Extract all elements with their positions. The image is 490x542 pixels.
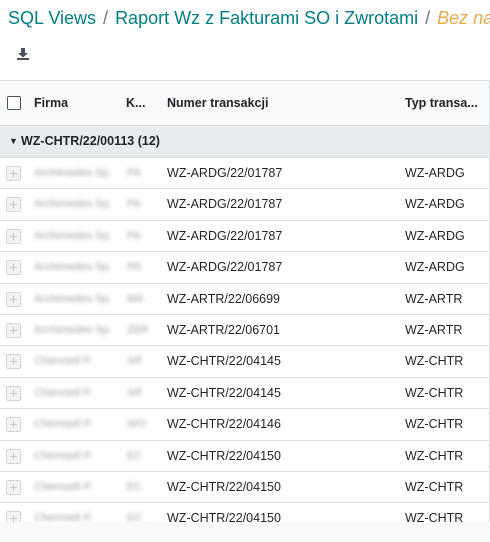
download-icon: [17, 48, 29, 60]
row-expand-icon[interactable]: [6, 417, 21, 433]
caret-down-icon: ▼: [9, 136, 18, 146]
cell-numer-transakcji: WZ-ARTR/22/06699: [167, 291, 281, 306]
cell-typ-transakcji: WZ-ARDG: [405, 228, 465, 243]
table-row[interactable]: Archimedes Sp. PA WZ-ARDG/22/01787 WZ-ARDG: [0, 158, 490, 190]
cell-typ-transakcji: WZ-ARTR: [405, 322, 463, 337]
cell-typ-transakcji: WZ-ARDG: [405, 197, 465, 212]
cell-firma: Chemsetl P.: [34, 386, 93, 399]
cell-firma: Chemsetl P.: [34, 355, 93, 368]
select-all-checkbox[interactable]: [7, 96, 21, 110]
cell-firma: Archimedes Sp.: [34, 323, 112, 336]
cell-firma: Archimedes Sp.: [34, 198, 112, 211]
cell-typ-transakcji: WZ-ARDG: [405, 166, 465, 180]
row-expand-icon[interactable]: [6, 322, 21, 338]
cell-typ-transakcji: WZ-CHTR: [405, 354, 464, 369]
row-expand-icon[interactable]: [6, 260, 21, 276]
table-footer: [0, 522, 490, 542]
cell-typ-transakcji: WZ-CHTR: [405, 385, 464, 400]
breadcrumb-separator: /: [425, 8, 431, 28]
cell-firma: Archimedes Sp.: [34, 167, 112, 179]
cell-numer-transakcji: WZ-ARDG/22/01787: [167, 166, 283, 180]
column-header-typ-transakcji[interactable]: Typ transa...: [405, 81, 490, 125]
cell-numer-transakcji: WZ-ARDG/22/01787: [167, 197, 283, 212]
cell-typ-transakcji: WZ-CHTR: [405, 479, 464, 494]
table-row[interactable]: Chemsetl P. AR WZ-CHTR/22/04145 WZ-CHTR: [0, 346, 490, 378]
cell-k: PA: [127, 198, 141, 211]
cell-k: AR: [127, 355, 143, 368]
cell-typ-transakcji: WZ-ARTR: [405, 291, 463, 306]
cell-k: EC: [127, 480, 143, 493]
group-row[interactable]: ▼ WZ-CHTR/22/00113 (12): [0, 126, 490, 158]
cell-firma: Chemsetl P.: [34, 449, 93, 462]
row-expand-icon[interactable]: [6, 228, 21, 244]
breadcrumb-report[interactable]: Raport Wz z Fakturami SO i Zwrotami: [115, 8, 418, 28]
control-panel: SQL Views / Raport Wz z Fakturami SO i Zwr…: [0, 0, 490, 80]
cell-typ-transakcji: WZ-CHTR: [405, 417, 464, 432]
cell-k: PA: [127, 261, 141, 274]
breadcrumb-current: Bez naz: [437, 8, 490, 28]
column-header-firma[interactable]: Firma: [34, 81, 114, 125]
breadcrumb-sql-views[interactable]: SQL Views: [8, 8, 96, 28]
cell-k: MA: [127, 292, 144, 305]
cell-typ-transakcji: WZ-CHTR: [405, 448, 464, 463]
cell-k: WO: [127, 418, 146, 431]
breadcrumb-separator: /: [103, 8, 109, 28]
table-row[interactable]: Archimedes Sp. ZER WZ-ARTR/22/06701 WZ-ARTR: [0, 314, 490, 347]
column-header-numer-transakcji[interactable]: Numer transakcji: [167, 81, 387, 125]
cell-k: EC: [127, 449, 143, 462]
cell-k: AR: [127, 386, 143, 399]
cell-numer-transakcji: WZ-CHTR/22/04146: [167, 417, 281, 432]
row-expand-icon[interactable]: [6, 479, 21, 495]
table-row[interactable]: Archimedes Sp. PA WZ-ARDG/22/01787 WZ-ARDG: [0, 252, 490, 284]
row-expand-icon[interactable]: [6, 197, 21, 213]
cell-numer-transakcji: WZ-ARTR/22/06701: [167, 322, 281, 337]
row-expand-icon[interactable]: [6, 354, 21, 370]
row-expand-icon[interactable]: [6, 291, 21, 307]
cell-firma: Chemsetl P.: [34, 480, 93, 493]
table-header: Firma K... Numer transakcji Typ transa..…: [0, 80, 490, 126]
cell-k: ZER: [127, 323, 149, 336]
cell-firma: Archimedes Sp.: [34, 261, 112, 274]
table-row[interactable]: Chemsetl P. WO WZ-CHTR/22/04146 WZ-CHTR: [0, 409, 490, 441]
cell-firma: Archimedes Sp.: [34, 292, 112, 305]
column-header-k[interactable]: K...: [126, 81, 156, 125]
cell-firma: Chemsetl P.: [34, 418, 93, 431]
download-button[interactable]: [16, 47, 30, 61]
cell-numer-transakcji: WZ-ARDG/22/01787: [167, 260, 283, 275]
table-body: Archimedes Sp. PA WZ-ARDG/22/01787 WZ-ARDG A…: [0, 158, 490, 535]
row-expand-icon[interactable]: [6, 448, 21, 464]
table-row[interactable]: Chemsetl P. AR WZ-CHTR/22/04145 WZ-CHTR: [0, 377, 490, 410]
cell-numer-transakcji: WZ-CHTR/22/04150: [167, 479, 281, 494]
cell-firma: Archimedes Sp.: [34, 229, 112, 242]
cell-k: PA: [127, 167, 141, 179]
table-row[interactable]: Archimedes Sp. MA WZ-ARTR/22/06699 WZ-ARTR: [0, 283, 490, 315]
breadcrumb: SQL Views / Raport Wz z Fakturami SO i Zwr…: [8, 7, 490, 29]
group-label: WZ-CHTR/22/00113 (12): [21, 134, 160, 148]
cell-typ-transakcji: WZ-ARDG: [405, 260, 465, 275]
cell-numer-transakcji: WZ-ARDG/22/01787: [167, 228, 283, 243]
cell-numer-transakcji: WZ-CHTR/22/04145: [167, 385, 281, 400]
list-view-table: Firma K... Numer transakcji Typ transa..…: [0, 80, 490, 535]
table-row[interactable]: Archimedes Sp. PA WZ-ARDG/22/01787 WZ-ARDG: [0, 189, 490, 221]
table-row[interactable]: Chemsetl P. EC WZ-CHTR/22/04150 WZ-CHTR: [0, 471, 490, 504]
table-row[interactable]: Chemsetl P. EC WZ-CHTR/22/04150 WZ-CHTR: [0, 440, 490, 472]
cell-numer-transakcji: WZ-CHTR/22/04150: [167, 448, 281, 463]
cell-k: PA: [127, 229, 141, 242]
table-row[interactable]: Archimedes Sp. PA WZ-ARDG/22/01787 WZ-ARDG: [0, 220, 490, 253]
cell-numer-transakcji: WZ-CHTR/22/04145: [167, 354, 281, 369]
row-expand-icon[interactable]: [6, 385, 21, 401]
row-expand-icon[interactable]: [6, 166, 21, 181]
